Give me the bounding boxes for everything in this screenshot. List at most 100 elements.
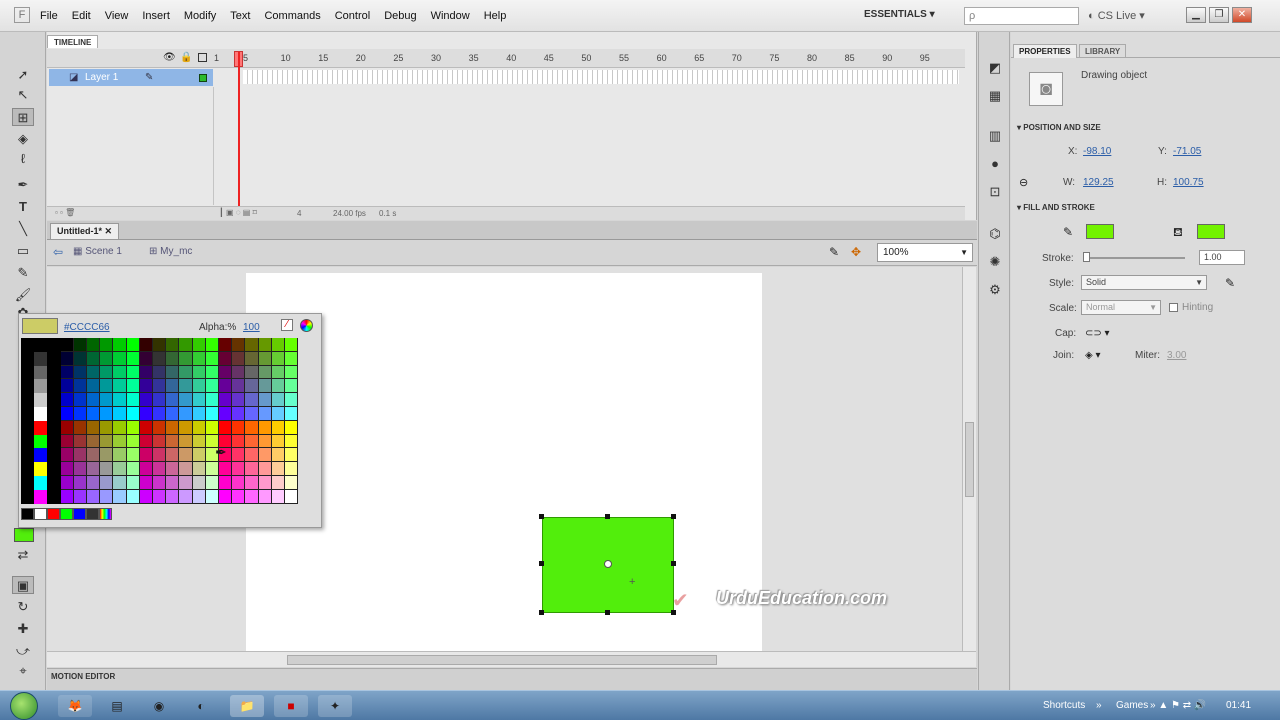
swatch[interactable] <box>285 351 299 366</box>
swatch[interactable] <box>21 434 35 449</box>
swatch[interactable] <box>139 420 153 435</box>
swatch[interactable] <box>232 462 246 476</box>
shortcuts-toolbar[interactable]: Shortcuts <box>1043 700 1085 711</box>
swatch[interactable] <box>21 338 35 352</box>
menu-view[interactable]: View <box>105 10 129 22</box>
swatch[interactable] <box>139 351 153 366</box>
stage-horizontal-scrollbar[interactable] <box>47 651 976 667</box>
swatch[interactable] <box>100 365 114 380</box>
swatch[interactable] <box>21 407 35 421</box>
swatch[interactable] <box>166 379 180 394</box>
swatch[interactable] <box>232 351 246 366</box>
transform-handle[interactable] <box>605 514 610 519</box>
swatch[interactable] <box>153 434 167 449</box>
style-select[interactable]: Solid ▼ <box>1081 275 1207 290</box>
swatch[interactable] <box>153 462 167 476</box>
swatch[interactable] <box>285 379 299 394</box>
frame-rate[interactable]: 24.00 fps <box>333 209 366 218</box>
menu-commands[interactable]: Commands <box>264 10 320 22</box>
swatch[interactable] <box>205 476 219 490</box>
swatch[interactable] <box>271 365 285 380</box>
swatch[interactable] <box>47 407 61 421</box>
transform-handle[interactable] <box>539 561 544 566</box>
stage-vertical-scrollbar[interactable] <box>962 267 976 651</box>
swatch[interactable] <box>219 407 233 421</box>
swatch[interactable] <box>285 462 299 476</box>
swatch[interactable] <box>60 462 74 476</box>
text-tool-icon[interactable]: T <box>12 198 34 216</box>
swatch[interactable] <box>179 462 193 476</box>
swatch[interactable] <box>232 407 246 421</box>
swatch[interactable] <box>192 448 206 463</box>
swatch[interactable] <box>21 462 35 476</box>
lock-size-icon[interactable]: ⊖ <box>1019 176 1028 189</box>
swatch[interactable] <box>100 338 114 352</box>
swatch[interactable] <box>126 434 140 449</box>
swatch[interactable] <box>179 338 193 352</box>
swatch[interactable] <box>126 462 140 476</box>
swatch[interactable] <box>21 420 35 435</box>
subselection-tool-icon[interactable]: ↖ <box>12 86 34 104</box>
transform-handle[interactable] <box>539 514 544 519</box>
minimize-button[interactable]: ▁ <box>1186 7 1206 23</box>
straighten-icon[interactable]: ⤻ <box>12 642 34 660</box>
swatch[interactable] <box>87 338 101 352</box>
swatch[interactable] <box>179 407 193 421</box>
swatch[interactable] <box>166 420 180 435</box>
swatch[interactable] <box>34 489 48 504</box>
layer-color-icon[interactable] <box>199 74 207 82</box>
components-panel-icon[interactable]: ⌬ <box>986 226 1004 242</box>
swatch[interactable] <box>126 420 140 435</box>
swatch[interactable] <box>113 407 127 421</box>
swatch[interactable] <box>113 489 127 504</box>
back-arrow-icon[interactable]: ⇦ <box>53 245 63 259</box>
swatch[interactable] <box>60 434 74 449</box>
menu-file[interactable]: File <box>40 10 58 22</box>
swatch[interactable] <box>100 476 114 490</box>
h-value[interactable]: 100.75 <box>1173 177 1204 188</box>
gradient-swatch[interactable] <box>47 508 60 520</box>
cap-select[interactable]: ⊂⊃ ▾ <box>1085 328 1110 339</box>
gradient-swatch[interactable] <box>73 508 86 520</box>
swatch[interactable] <box>205 489 219 504</box>
swatch[interactable] <box>60 476 74 490</box>
swatch[interactable] <box>271 448 285 463</box>
swatch[interactable] <box>153 365 167 380</box>
swatch[interactable] <box>87 420 101 435</box>
swatch[interactable] <box>232 448 246 463</box>
menu-control[interactable]: Control <box>335 10 370 22</box>
swatch[interactable] <box>285 420 299 435</box>
swatch[interactable] <box>153 379 167 394</box>
swatch[interactable] <box>166 393 180 407</box>
gradient-swatch[interactable] <box>34 508 47 520</box>
swatch[interactable] <box>192 393 206 407</box>
swatch[interactable] <box>166 462 180 476</box>
swatch[interactable] <box>219 420 233 435</box>
free-transform-tool-icon[interactable]: ⊞ <box>12 108 34 126</box>
swatch[interactable] <box>285 476 299 490</box>
swatch[interactable] <box>192 351 206 366</box>
swatch[interactable] <box>34 379 48 394</box>
swatch[interactable] <box>153 407 167 421</box>
swatch[interactable] <box>126 351 140 366</box>
swatch[interactable] <box>258 489 272 504</box>
swatch[interactable] <box>166 448 180 463</box>
gradient-swatches[interactable] <box>21 508 121 520</box>
swatch[interactable] <box>232 338 246 352</box>
swatch[interactable] <box>34 365 48 380</box>
swatch[interactable] <box>258 393 272 407</box>
swatch[interactable] <box>87 462 101 476</box>
close-tab-icon[interactable]: ✕ <box>105 226 113 236</box>
tray-icons[interactable]: » ▲ ⚑ ⇄ 🔊 <box>1150 700 1206 711</box>
swatch[interactable] <box>166 338 180 352</box>
swatch[interactable] <box>271 420 285 435</box>
swatch[interactable] <box>153 338 167 352</box>
swatch[interactable] <box>245 379 259 394</box>
tool-icon[interactable]: ✦ <box>318 695 352 717</box>
swatch[interactable] <box>271 379 285 394</box>
swatch[interactable] <box>245 489 259 504</box>
swatch[interactable] <box>192 407 206 421</box>
swatch[interactable] <box>113 351 127 366</box>
menu-debug[interactable]: Debug <box>384 10 416 22</box>
app-icon[interactable]: ◐ <box>184 695 218 717</box>
